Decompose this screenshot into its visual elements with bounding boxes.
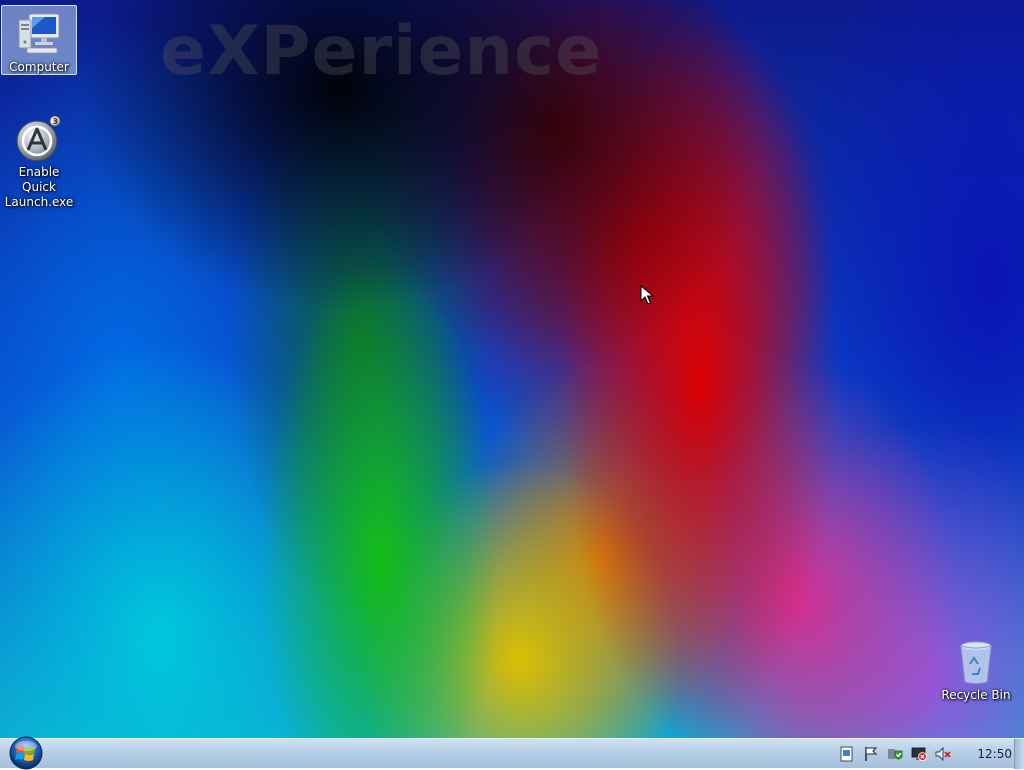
volume-muted-icon[interactable] (934, 745, 952, 763)
desktop-icon-label: Computer (9, 60, 69, 74)
recycle-bin-icon (960, 641, 992, 684)
desktop-icon-label: Enable Quick Launch.exe (4, 165, 74, 209)
wallpaper (0, 0, 1024, 738)
windows-orb-icon[interactable] (6, 736, 46, 770)
launcher-app-icon: 3 (16, 115, 61, 162)
desktop[interactable]: eXPerience Computer 3 Enable Quick Launc… (0, 0, 1024, 738)
desktop-icon-enable-quick-launch[interactable]: 3 Enable Quick Launch.exe (1, 110, 77, 209)
network-icon[interactable] (910, 745, 928, 763)
flag-icon[interactable] (862, 745, 880, 763)
wallpaper-watermark: eXPerience (160, 12, 603, 91)
svg-text:3: 3 (52, 117, 57, 126)
desktop-icon-computer[interactable]: Computer (1, 5, 77, 75)
show-desktop-button[interactable] (1014, 739, 1024, 769)
taskbar: 12:50 (0, 736, 1024, 770)
system-tray: 12:50 (835, 739, 1012, 769)
desktop-icon-recycle-bin[interactable]: Recycle Bin (938, 633, 1014, 705)
action-center-icon[interactable] (838, 745, 856, 763)
mouse-pointer-icon (640, 285, 654, 305)
clock[interactable]: 12:50 (977, 747, 1012, 761)
security-shield-icon[interactable] (886, 745, 904, 763)
computer-icon (18, 13, 60, 54)
desktop-icon-label: Recycle Bin (941, 688, 1011, 702)
